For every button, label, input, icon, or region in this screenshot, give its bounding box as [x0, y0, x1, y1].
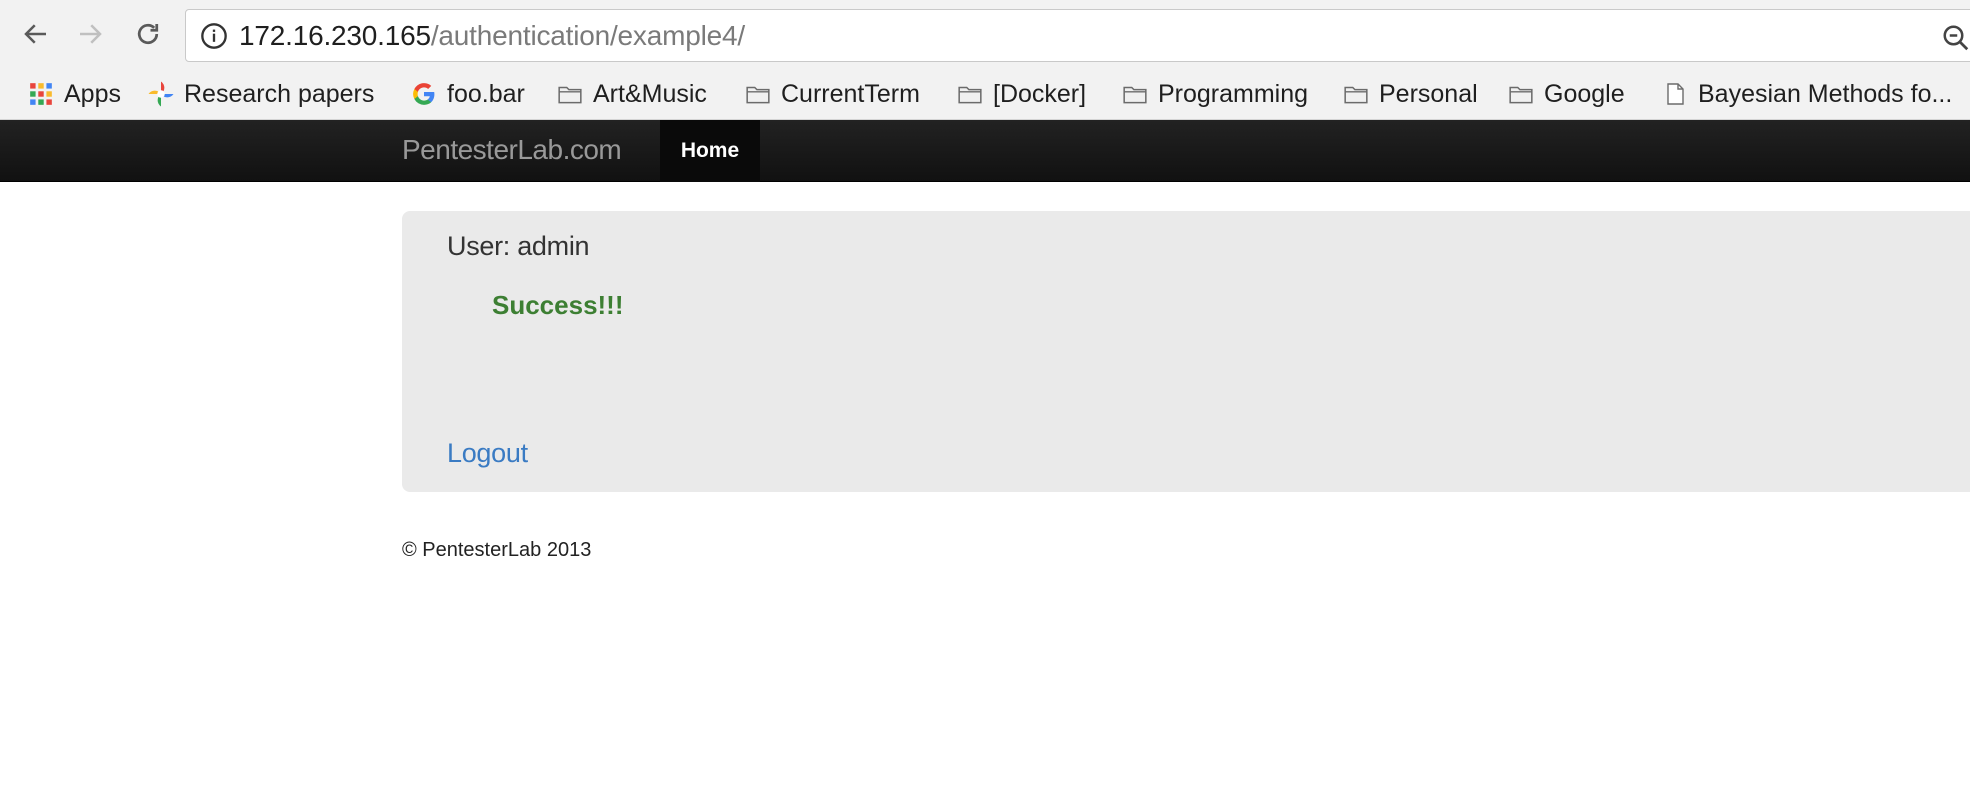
back-button[interactable]: [16, 14, 56, 54]
bookmark-folder-art-music[interactable]: Art&Music: [555, 75, 707, 113]
folder-icon: [1506, 79, 1536, 109]
nav-home-link[interactable]: Home: [660, 120, 760, 182]
address-bar[interactable]: 172.16.230.165/authentication/example4/: [185, 9, 1970, 62]
google-g-icon: [409, 79, 439, 109]
folder-icon: [955, 79, 985, 109]
browser-toolbar: 172.16.230.165/authentication/example4/: [0, 0, 1970, 68]
info-icon[interactable]: [200, 22, 228, 50]
bookmark-folder-currentterm[interactable]: CurrentTerm: [743, 75, 920, 113]
folder-icon: [1341, 79, 1371, 109]
photos-pinwheel-icon: [146, 79, 176, 109]
bookmark-folder-personal[interactable]: Personal: [1341, 75, 1478, 113]
apps-grid-icon: [26, 79, 56, 109]
bookmark-label: CurrentTerm: [781, 79, 920, 108]
reload-icon: [137, 23, 159, 45]
forward-arrow-icon: [80, 24, 102, 44]
bookmark-foo-bar[interactable]: foo.bar: [409, 75, 525, 113]
url-host: 172.16.230.165: [239, 20, 431, 51]
reload-button[interactable]: [128, 14, 168, 54]
back-arrow-icon: [24, 24, 46, 44]
site-navbar: PentesterLab.com Home: [0, 120, 1970, 182]
folder-icon: [743, 79, 773, 109]
user-label: User: admin: [447, 231, 590, 261]
bookmark-label: [Docker]: [993, 79, 1087, 108]
bookmark-folder-programming[interactable]: Programming: [1120, 75, 1308, 113]
folder-icon: [555, 79, 585, 109]
content-panel: User: admin Success!!! Logout: [402, 211, 1970, 492]
bookmark-research-papers[interactable]: Research papers: [146, 75, 374, 113]
bookmark-label: Art&Music: [593, 79, 707, 108]
url-path: /authentication/example4/: [430, 20, 745, 51]
url-text[interactable]: 172.16.230.165/authentication/example4/: [239, 21, 745, 51]
bookmark-folder-google[interactable]: Google: [1506, 75, 1625, 113]
bookmark-label: Google: [1544, 79, 1625, 108]
page-icon: [1660, 79, 1690, 109]
success-message: Success!!!: [492, 290, 624, 320]
bookmark-label: Bayesian Methods fo...: [1698, 79, 1953, 108]
bookmark-folder-docker[interactable]: [Docker]: [955, 75, 1086, 113]
folder-icon: [1120, 79, 1150, 109]
bookmark-label: Apps: [64, 79, 121, 108]
bookmarks-bar: Apps Research papers foo.bar Art&Music C…: [0, 68, 1970, 120]
bookmark-label: Research papers: [184, 79, 375, 108]
bookmark-label: Programming: [1158, 79, 1309, 108]
brand-link[interactable]: PentesterLab.com: [402, 134, 622, 166]
bookmark-apps[interactable]: Apps: [26, 75, 121, 113]
footer-copyright: © PentesterLab 2013: [402, 539, 592, 561]
zoom-icon[interactable]: [1941, 23, 1970, 53]
logout-link[interactable]: Logout: [447, 438, 528, 469]
forward-button[interactable]: [70, 14, 110, 54]
bookmark-label: foo.bar: [447, 79, 525, 108]
bookmark-label: Personal: [1379, 79, 1478, 108]
bookmark-bayesian-methods[interactable]: Bayesian Methods fo...: [1660, 75, 1952, 113]
